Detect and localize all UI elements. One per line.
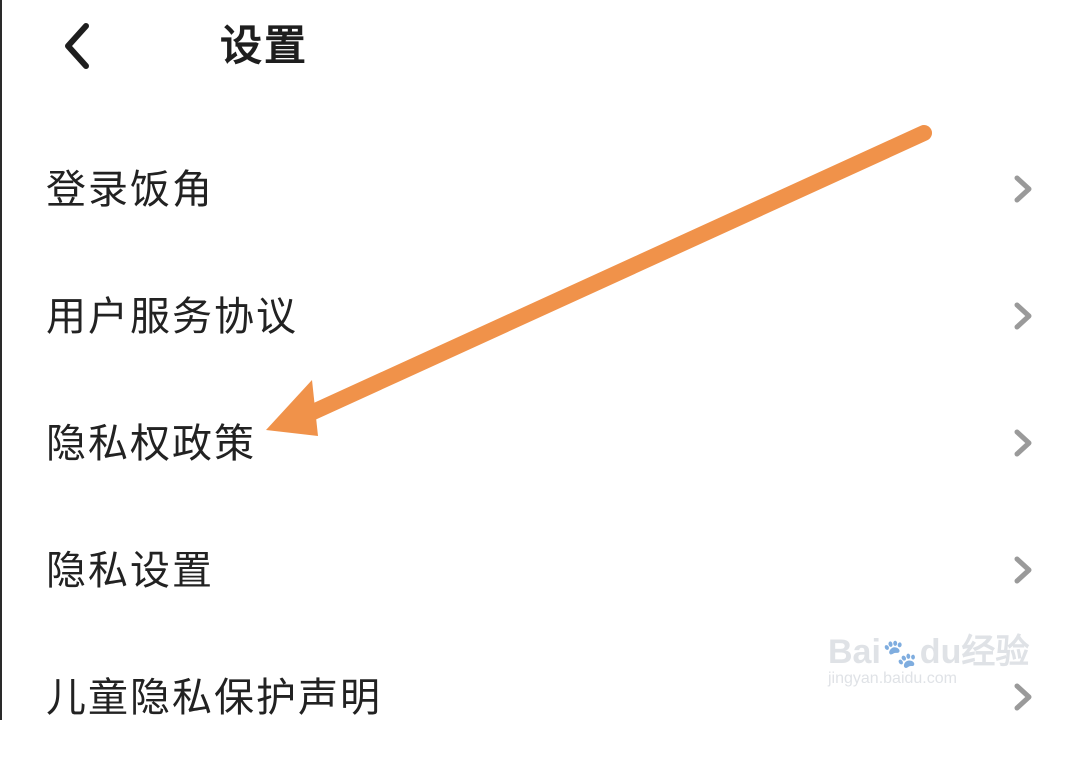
menu-item-label: 隐私设置: [46, 548, 214, 594]
page-title: 设置: [220, 21, 309, 70]
watermark-logo-text: Bai: [828, 633, 881, 671]
header-bar: 设置: [0, 0, 1080, 100]
menu-item-privacy-policy[interactable]: 隐私权政策: [0, 380, 1080, 507]
watermark-logo-text: du: [919, 633, 962, 671]
paw-icon: 🐾: [882, 638, 918, 669]
menu-item-label: 儿童隐私保护声明: [46, 675, 382, 721]
back-button[interactable]: [52, 14, 112, 78]
chevron-right-icon: [1008, 553, 1038, 587]
menu-item-label: 登录饭角: [46, 167, 214, 213]
chevron-right-icon: [1008, 426, 1038, 460]
chevron-right-icon: [1008, 172, 1038, 206]
menu-item-label: 用户服务协议: [46, 294, 298, 340]
chevron-left-icon: [65, 23, 89, 69]
menu-item-login[interactable]: 登录饭角: [0, 126, 1080, 253]
watermark-logo-text: 经验: [961, 633, 1030, 671]
chevron-right-icon: [1008, 299, 1038, 333]
menu-item-label: 隐私权政策: [46, 421, 256, 467]
menu-item-user-agreement[interactable]: 用户服务协议: [0, 253, 1080, 380]
watermark-url: jingyan.baidu.com: [828, 670, 957, 687]
watermark-logo: Bai🐾du经验: [828, 624, 1029, 673]
baidu-jingyan-watermark: Bai🐾du经验 jingyan.baidu.com: [828, 604, 1029, 694]
